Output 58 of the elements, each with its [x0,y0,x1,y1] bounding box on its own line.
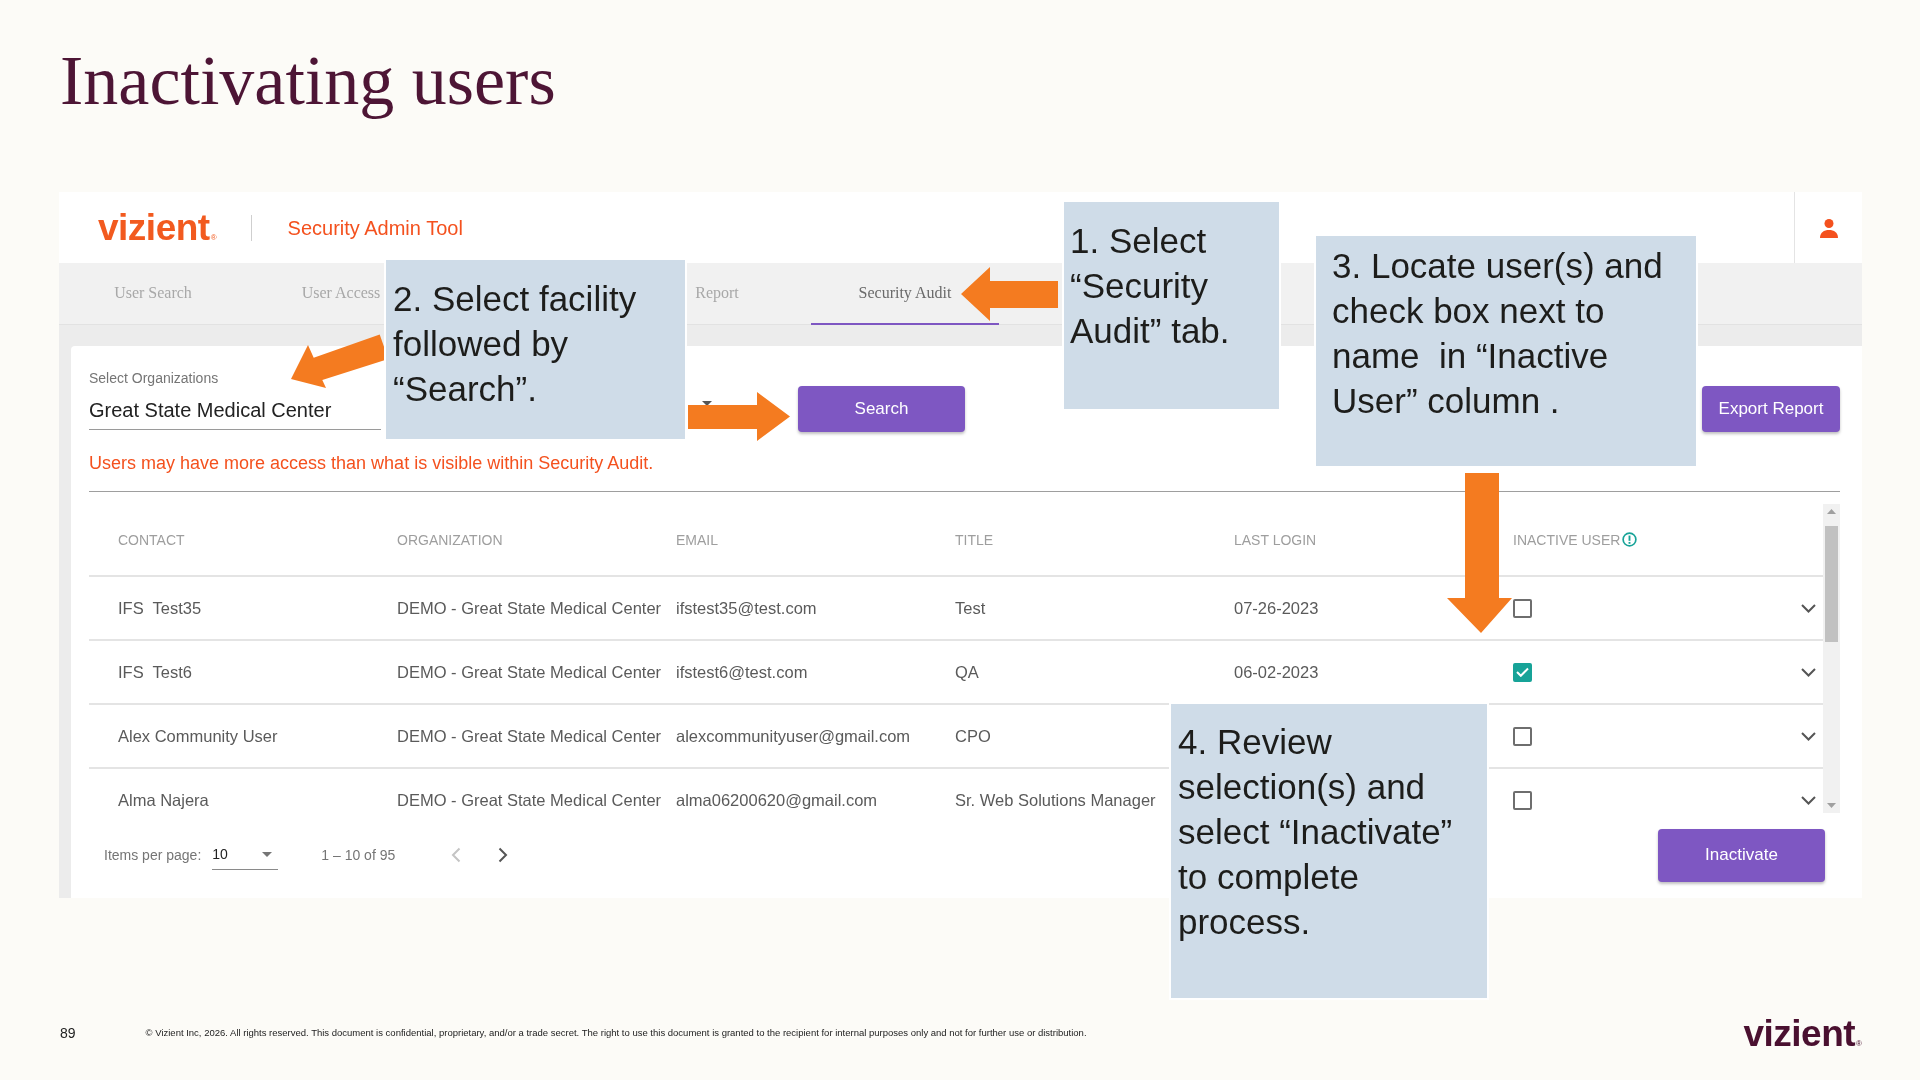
table-cell: DEMO - Great State Medical Center [397,598,662,617]
caret-icon [262,852,273,857]
logo: vizient® [98,209,217,246]
table-cell: 07-26-2023 [1234,598,1319,617]
table-cell: QA [955,662,979,681]
table-cell: ifstest35@test.com [676,598,817,617]
field-label: Select Organizations [89,369,219,387]
page-range-text: 1 – 10 of 95 [321,845,396,865]
callout: 2. Select facility followed by “Search”. [384,258,687,441]
slide-title: Inactivating users [59,41,557,121]
table-cell: Alex Community User [118,726,278,745]
chevron-down-icon[interactable] [1801,731,1816,741]
app-name: Security Admin Tool [287,215,463,241]
column-header: ORGANIZATION [397,531,503,548]
checkbox[interactable] [1513,790,1532,810]
table-cell: alexcommunityuser@gmail.com [676,726,911,745]
table-cell: Sr. Web Solutions Manager [955,790,1156,809]
copyright-notice: © Vizient Inc, 2026. All rights reserved. This document is confidential, proprietary, and/or a trade secret. The right to use this document is granted to the recipient for internal purposes only and not for further use or distribution. [145,1025,1087,1040]
items-per-page-label: Items per page: [104,845,202,865]
column-header: LAST LOGIN [1234,531,1317,548]
chevron-down-icon[interactable] [1801,795,1816,805]
scrollbar-thumb[interactable] [1825,526,1838,642]
checkbox[interactable] [1513,662,1532,682]
page-size-select[interactable]: 10 [212,840,279,870]
table-cell: DEMO - Great State Medical Center [397,790,662,809]
page-number: 89 [60,1023,76,1043]
inactivate-button[interactable]: Inactivate [1658,828,1825,882]
callout: 1. Select “Security Audit” tab. [1062,200,1281,411]
organization-select[interactable]: Great State Medical Center [89,396,381,430]
table-cell: alma06200620@gmail.com [676,790,878,809]
person-icon[interactable] [1818,217,1839,238]
callout: 3. Locate user(s) and check box next to name in “Inactive User” column . [1314,234,1698,468]
export-report-button[interactable]: Export Report [1702,386,1840,432]
scrollbar[interactable] [1823,504,1840,813]
chevron-right-icon[interactable] [498,847,509,863]
table-cell: 06-02-2023 [1234,662,1319,681]
table-cell: ifstest6@test.com [676,662,808,681]
table-cell: Alma Najera [118,790,209,809]
chevron-down-icon[interactable] [1801,603,1816,613]
chevron-down-icon[interactable] [1801,667,1816,677]
table-cell: DEMO - Great State Medical Center [397,662,662,681]
search-button[interactable]: Search [798,386,965,432]
table-cell: CPO [955,726,991,745]
column-header: INACTIVE USER [1513,531,1621,548]
table-cell: IFS Test6 [118,662,192,681]
checkbox[interactable] [1513,598,1532,618]
table-cell: DEMO - Great State Medical Center [397,726,662,745]
caret-icon[interactable] [702,401,712,406]
table-cell: Test [955,598,986,617]
column-header: TITLE [955,531,994,548]
column-header: CONTACT [118,531,185,548]
logo: vizient® [1743,1014,1862,1052]
column-header: EMAIL [676,531,718,548]
info-icon[interactable] [1622,531,1638,547]
table-cell: IFS Test35 [118,598,202,617]
checkbox[interactable] [1513,726,1532,746]
warning-text: Users may have more access than what is visible within Security Audit. [89,452,654,475]
callout: 4. Review selection(s) and select “Inactivate” to complete process. [1169,702,1489,1000]
